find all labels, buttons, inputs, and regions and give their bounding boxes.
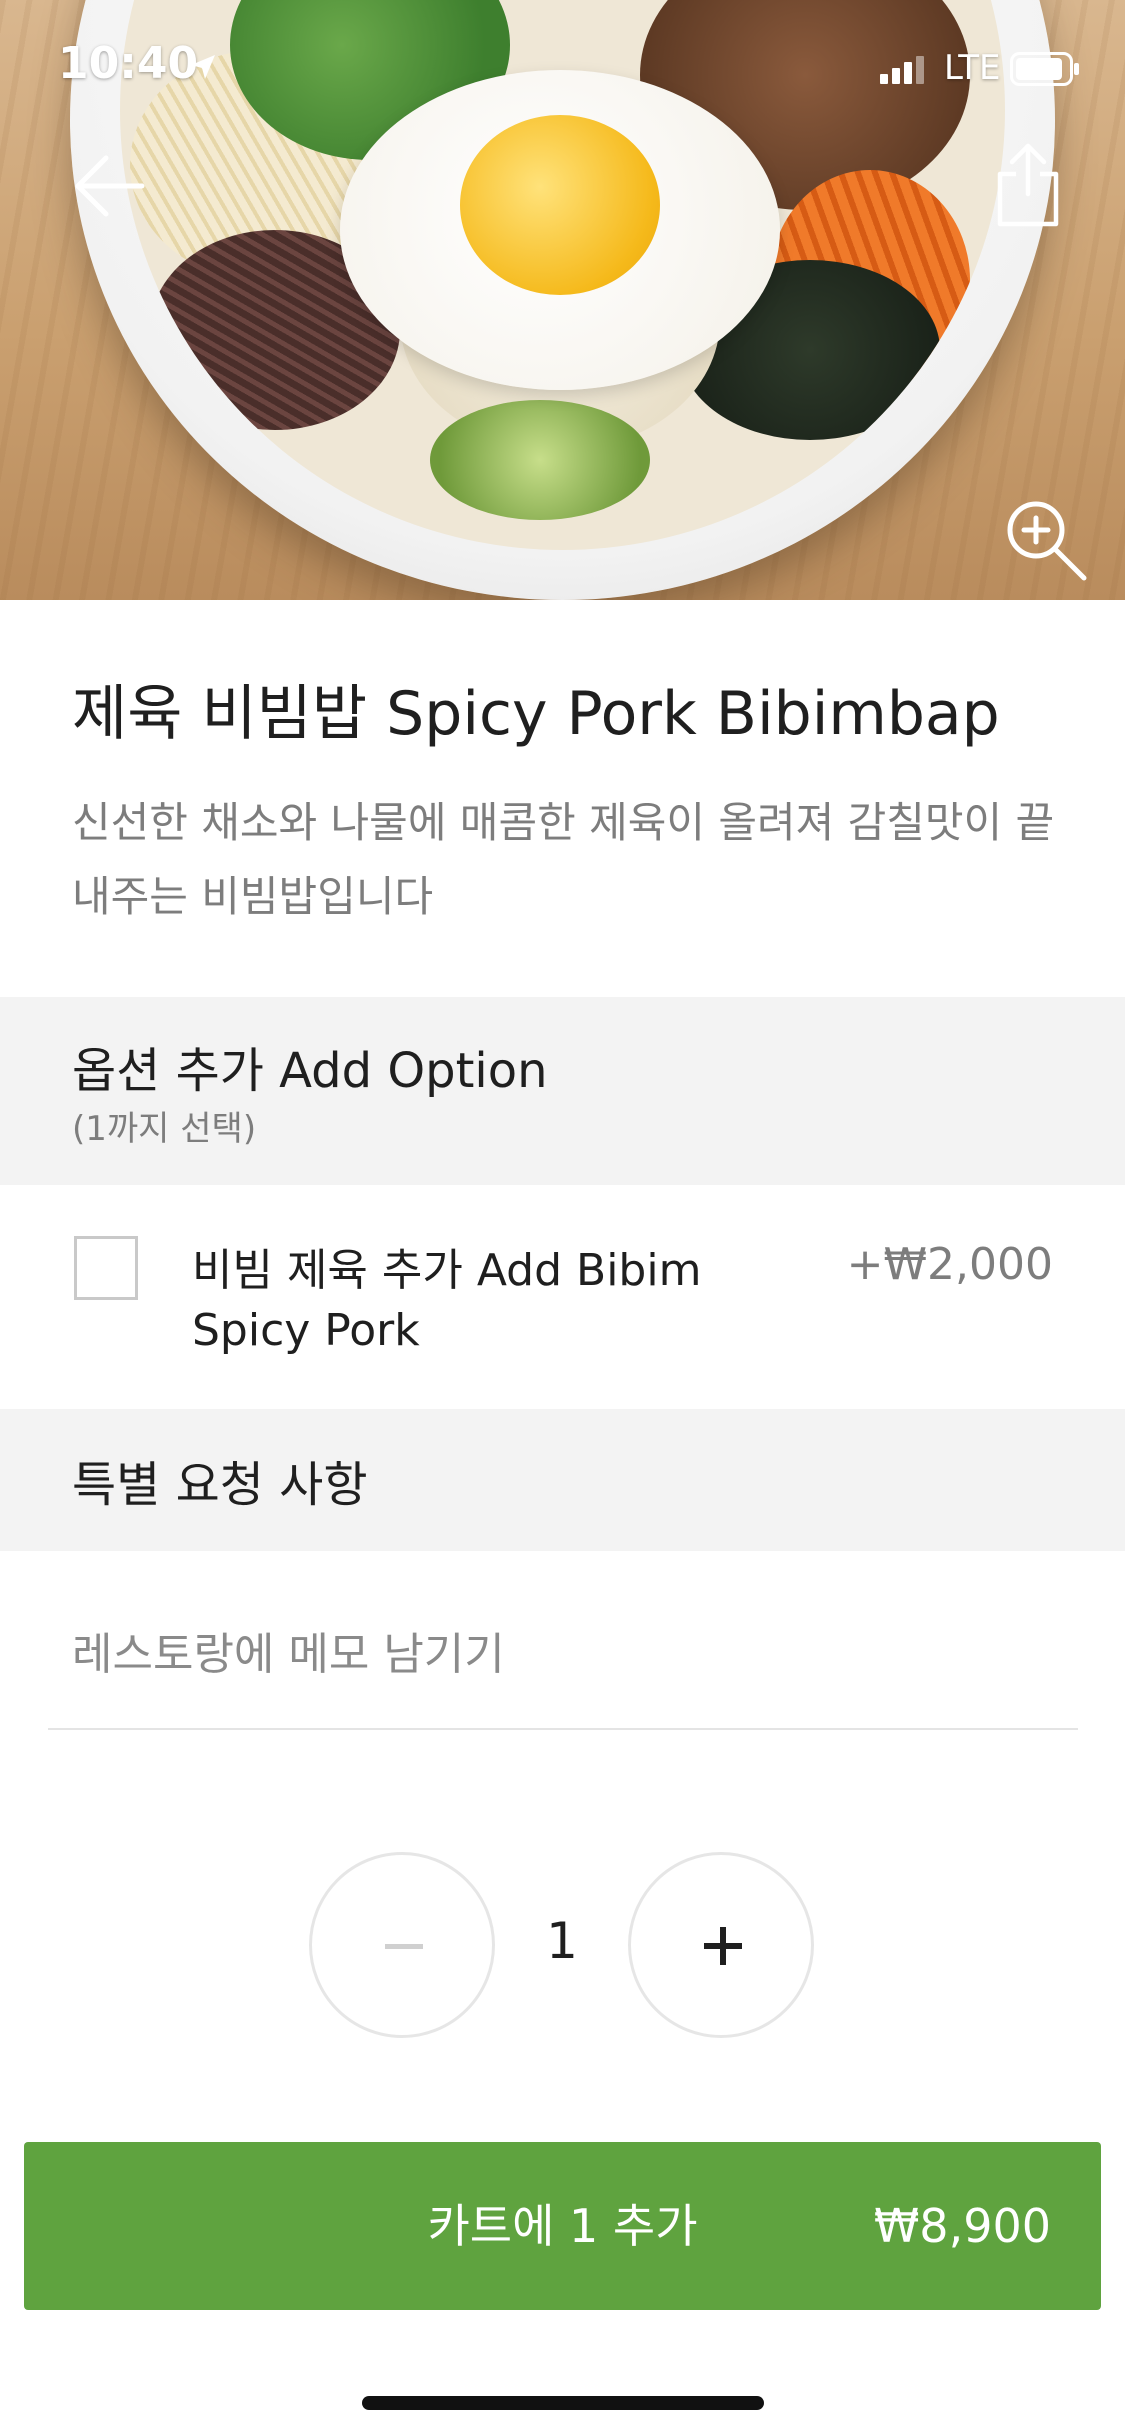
option-checkbox[interactable] xyxy=(74,1236,138,1300)
cart-total-price: ₩8,900 xyxy=(873,2199,1051,2253)
option-section-subtitle: (1까지 선택) xyxy=(72,1109,257,1149)
cellular-signal-icon xyxy=(880,56,924,84)
item-title: 제육 비빔밥 Spicy Pork Bibimbap xyxy=(72,679,1000,749)
option-item[interactable]: 비빔 제육 추가 Add Bibim Spicy Pork +₩2,000 xyxy=(0,1185,1125,1409)
share-icon[interactable] xyxy=(988,140,1068,230)
increase-quantity-button[interactable] xyxy=(628,1852,814,2038)
option-section-title: 옵션 추가 Add Option xyxy=(72,1043,548,1099)
add-to-cart-button[interactable]: 카트에 1 추가 ₩8,900 xyxy=(24,2142,1101,2310)
location-arrow-icon xyxy=(191,55,215,79)
option-section-header: 옵션 추가 Add Option (1까지 선택) xyxy=(0,997,1125,1185)
status-bar: 10:40 LTE xyxy=(0,0,1125,136)
back-arrow-icon[interactable] xyxy=(70,150,150,222)
minus-icon xyxy=(385,1944,423,1949)
battery-icon xyxy=(1010,52,1079,86)
network-type: LTE xyxy=(944,48,1001,88)
special-request-header: 특별 요청 사항 xyxy=(0,1409,1125,1551)
special-request-title: 특별 요청 사항 xyxy=(72,1457,368,1513)
status-time: 10:40 xyxy=(58,38,199,89)
fried-egg-yolk xyxy=(460,115,660,295)
zoom-in-icon[interactable] xyxy=(1000,494,1090,584)
decrease-quantity-button[interactable] xyxy=(309,1852,495,2038)
item-photo: 10:40 LTE xyxy=(0,0,1125,600)
option-label: 비빔 제육 추가 Add Bibim Spicy Pork xyxy=(192,1245,702,1356)
item-description: 신선한 채소와 나물에 매콤한 제육이 올려져 감칠맛이 끝내주는 비빔밥입니다 xyxy=(72,798,1055,921)
option-price: +₩2,000 xyxy=(846,1239,1053,1290)
restaurant-note-input[interactable] xyxy=(48,1580,1078,1730)
home-indicator[interactable] xyxy=(362,2396,764,2410)
quantity-value: 1 xyxy=(546,1912,578,1970)
plus-icon-vertical xyxy=(720,1927,726,1965)
zucchini xyxy=(430,400,650,520)
